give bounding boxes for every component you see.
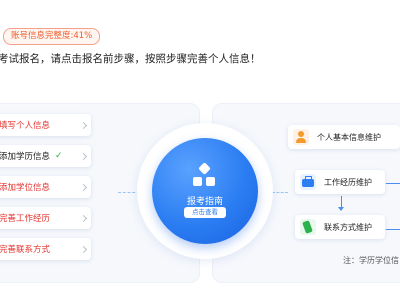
view-guide-button[interactable]: 点击查看 [184, 207, 226, 218]
step-add-education[interactable]: 添加学历信息 ✓ [0, 145, 91, 167]
chevron-right-icon [79, 245, 88, 253]
flow-item-work-experience[interactable]: 工作经历维护 [295, 170, 385, 194]
chevron-right-icon [79, 121, 88, 129]
step-contact-info[interactable]: 完善联系方式 [0, 238, 91, 260]
flow-side-line [386, 183, 400, 184]
step-label: 添加学位信息 [0, 183, 51, 193]
flow-item-personal-info[interactable]: 个人基本信息维护 [288, 125, 400, 149]
flow-item-contact-info[interactable]: 联系方式维护 [295, 215, 385, 239]
phone-icon [300, 219, 316, 235]
flow-item-label: 工作经历维护 [324, 177, 372, 187]
grid-icon [193, 162, 217, 188]
guide-title: 报考指南 [186, 197, 223, 207]
step-label: 添加学历信息 [0, 152, 51, 162]
flow-side-line [386, 229, 400, 230]
step-label: 完善联系方式 [0, 245, 51, 255]
check-icon: ✓ [55, 151, 63, 161]
connector-line-right [272, 192, 288, 193]
flow-item-label: 个人基本信息维护 [317, 132, 381, 142]
briefcase-icon [300, 174, 316, 190]
step-add-degree[interactable]: 添加学位信息 [0, 176, 91, 198]
step-label: 完善工作经历 [0, 214, 51, 224]
chevron-right-icon [79, 214, 88, 222]
registration-guide-page: 账号信息完整度:41% 考试报名，请点击报名前步骤，按照步骤完善个人信息！ 填写… [0, 0, 400, 300]
step-label: 填写个人信息 [0, 121, 51, 131]
intro-text: 考试报名，请点击报名前步骤，按照步骤完善个人信息！ [0, 53, 261, 65]
chevron-right-icon [79, 183, 88, 191]
step-fill-personal-info[interactable]: 填写个人信息 [0, 114, 91, 136]
person-icon [293, 129, 309, 145]
flow-item-label: 联系方式维护 [324, 222, 372, 232]
step-work-experience[interactable]: 完善工作经历 [0, 207, 91, 229]
arrow-down-icon [338, 207, 344, 211]
completeness-badge: 账号信息完整度:41% [3, 28, 101, 45]
flow-note: 注：学历学位信 [343, 256, 399, 265]
chevron-right-icon [79, 152, 88, 160]
exam-guide-button[interactable]: 报考指南 点击查看 [152, 138, 258, 244]
